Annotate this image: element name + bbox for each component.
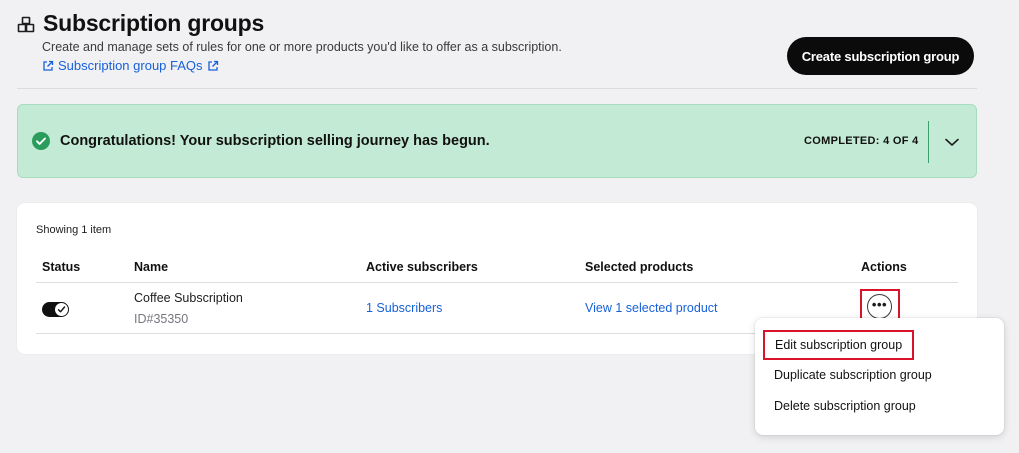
more-icon: ••• <box>871 297 888 312</box>
header-row-divider <box>36 282 958 283</box>
menu-item-edit[interactable]: Edit subscription group <box>763 330 915 360</box>
completion-status: COMPLETED: 4 OF 4 <box>804 135 919 147</box>
expand-banner-button[interactable] <box>940 130 964 154</box>
column-header-name: Name <box>134 260 169 274</box>
external-link-icon <box>207 60 218 71</box>
check-circle-icon <box>32 132 50 150</box>
column-header-selected-products: Selected products <box>585 260 694 274</box>
column-header-actions: Actions <box>861 260 907 274</box>
subscribers-link[interactable]: 1 Subscribers <box>366 301 442 315</box>
status-toggle[interactable] <box>42 302 69 317</box>
cube-group-icon <box>17 16 35 32</box>
onboarding-banner: Congratulations! Your subscription selli… <box>17 104 977 178</box>
faq-link-label: Subscription group FAQs <box>58 58 203 73</box>
page-title: Subscription groups <box>43 10 265 36</box>
banner-separator <box>928 121 929 163</box>
item-count: Showing 1 item <box>36 224 112 236</box>
row-actions-button[interactable]: ••• <box>867 294 892 319</box>
external-link-icon <box>43 60 54 71</box>
banner-message: Congratulations! Your subscription selli… <box>60 133 490 149</box>
group-id: ID#35350 <box>134 312 189 326</box>
page-subtitle: Create and manage sets of rules for one … <box>42 40 562 54</box>
toggle-knob <box>55 303 68 316</box>
group-name: Coffee Subscription <box>134 291 243 305</box>
check-icon <box>57 306 66 313</box>
create-subscription-group-button[interactable]: Create subscription group <box>787 37 974 75</box>
menu-item-duplicate[interactable]: Duplicate subscription group <box>774 368 932 382</box>
faq-link[interactable]: Subscription group FAQs <box>42 58 219 73</box>
column-header-active-subscribers: Active subscribers <box>366 260 478 274</box>
header-divider <box>17 88 977 89</box>
actions-menu: Edit subscription group Duplicate subscr… <box>755 318 1004 435</box>
selected-products-link[interactable]: View 1 selected product <box>585 301 718 315</box>
menu-item-delete[interactable]: Delete subscription group <box>774 399 916 413</box>
chevron-down-icon <box>945 138 959 146</box>
column-header-status: Status <box>42 260 81 274</box>
